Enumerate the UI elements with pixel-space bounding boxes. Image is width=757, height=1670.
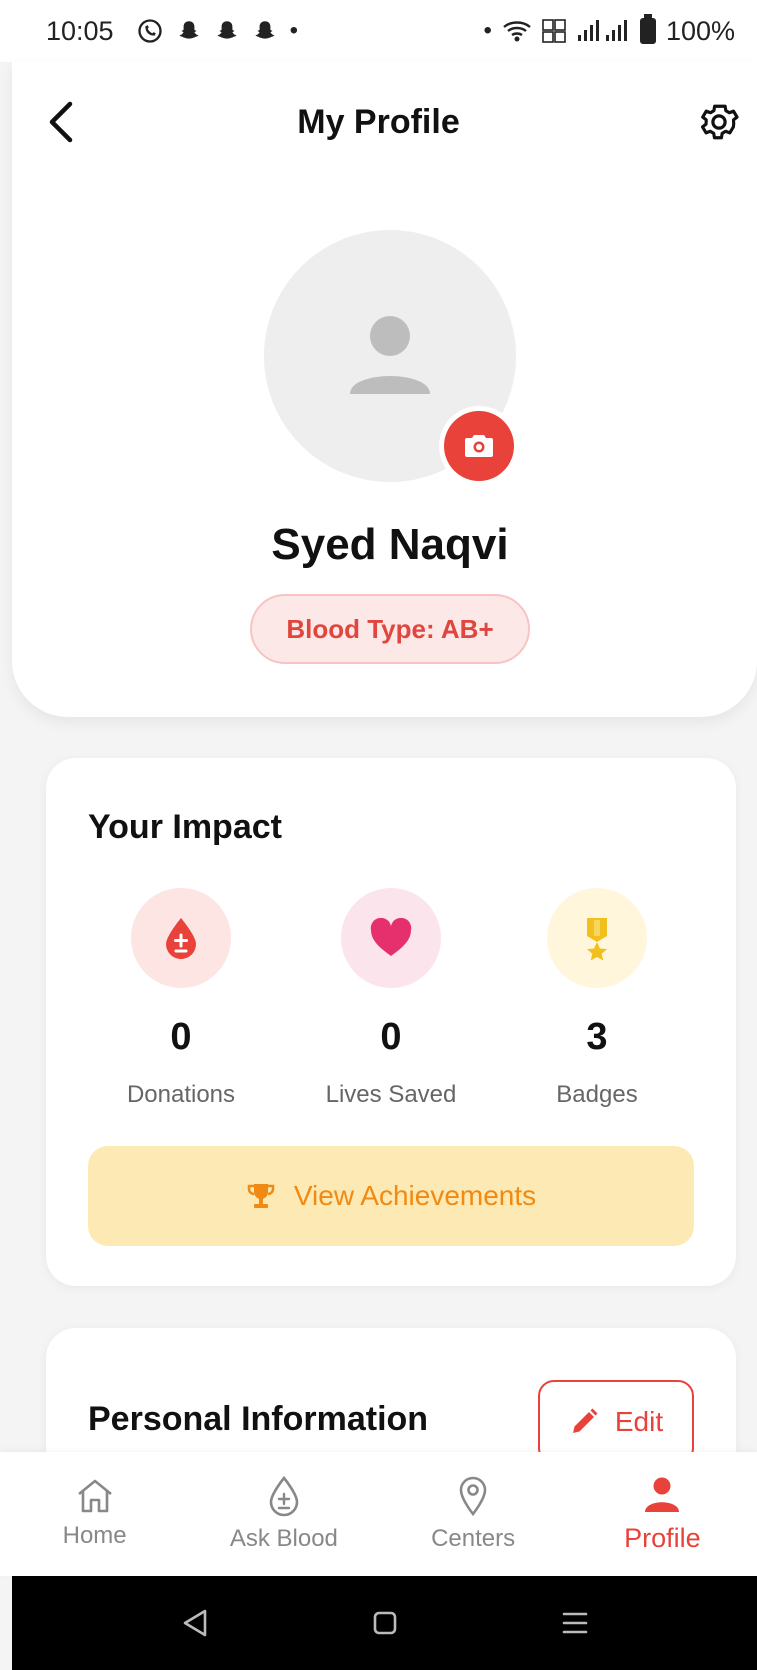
nav-item-profile[interactable]: Profile	[568, 1452, 757, 1576]
heart-icon	[370, 918, 412, 956]
notification-icons: •	[136, 17, 298, 45]
nav-item-home[interactable]: Home	[0, 1452, 189, 1576]
stat-badges: 3 Badges	[502, 888, 692, 1109]
change-photo-button[interactable]	[444, 411, 514, 481]
volte-icon	[542, 19, 566, 43]
page-title: My Profile	[297, 102, 460, 141]
view-achievements-button[interactable]: View Achievements	[88, 1146, 694, 1246]
edit-label: Edit	[614, 1406, 664, 1437]
stat-icon-circle	[547, 888, 647, 988]
whatsapp-icon	[137, 19, 162, 43]
stat-lives-saved: 0 Lives Saved	[296, 888, 486, 1109]
nav-item-centers[interactable]: Centers	[379, 1452, 568, 1576]
camera-icon	[465, 435, 493, 457]
app-bar: My Profile	[0, 62, 757, 182]
triangle-back-icon	[183, 1609, 206, 1637]
person-icon	[645, 1477, 680, 1512]
stat-icon-circle	[131, 888, 231, 988]
status-time: 10:05	[46, 15, 114, 46]
dot-icon: •	[483, 17, 492, 44]
personal-info-title: Personal Information	[88, 1400, 429, 1438]
blood-type-label: Blood Type: AB+	[286, 613, 494, 644]
person-placeholder-icon	[350, 316, 430, 394]
trophy-icon	[247, 1184, 275, 1208]
stat-label: Badges	[556, 1081, 638, 1108]
impact-card: Your Impact 0 Donations 0 Lives Saved 3 …	[46, 758, 736, 1286]
stat-value: 0	[380, 1016, 402, 1058]
status-bar: 10:05 • • 100%	[0, 0, 757, 62]
system-icons: • 100%	[483, 14, 735, 47]
nav-item-ask-blood[interactable]: Ask Blood	[189, 1452, 378, 1576]
gear-icon	[700, 104, 739, 140]
bottom-nav: Home Ask Blood Centers Profile	[0, 1452, 757, 1576]
wifi-icon	[503, 21, 531, 42]
nav-label: Ask Blood	[229, 1525, 338, 1552]
user-name: Syed Naqvi	[271, 520, 509, 569]
menu-lines-icon	[562, 1612, 587, 1634]
pencil-icon	[572, 1408, 598, 1433]
nav-label: Home	[62, 1522, 127, 1549]
stat-label: Lives Saved	[325, 1081, 457, 1108]
nav-label: Profile	[624, 1522, 701, 1553]
stat-label: Donations	[126, 1081, 236, 1108]
battery-percent: 100%	[665, 15, 735, 46]
back-button[interactable]	[40, 98, 80, 146]
battery-icon	[639, 14, 656, 44]
settings-button[interactable]	[695, 98, 743, 146]
blood-drop-icon	[269, 1475, 299, 1517]
snapchat-icon	[178, 21, 199, 39]
more-notifications-dot: •	[289, 17, 298, 44]
view-achievements-label: View Achievements	[293, 1180, 537, 1211]
back-arrow-icon	[49, 101, 73, 143]
system-recents-button[interactable]	[555, 1603, 595, 1643]
impact-title: Your Impact	[88, 808, 282, 846]
blood-type-badge: Blood Type: AB+	[250, 594, 530, 664]
signal-icon	[577, 20, 627, 41]
nav-label: Centers	[431, 1525, 516, 1552]
stat-donations: 0 Donations	[86, 888, 276, 1109]
stat-value: 3	[586, 1016, 608, 1058]
stat-icon-circle	[341, 888, 441, 988]
home-icon	[77, 1479, 112, 1513]
system-home-button[interactable]	[365, 1603, 405, 1643]
stat-value: 0	[170, 1016, 192, 1058]
snapchat-icon	[254, 21, 275, 39]
location-pin-icon	[459, 1476, 487, 1517]
blood-drop-icon	[166, 918, 196, 959]
snapchat-icon	[216, 21, 237, 39]
medal-icon	[587, 918, 607, 960]
system-nav-bar	[12, 1576, 757, 1670]
system-back-button[interactable]	[175, 1603, 215, 1643]
square-home-icon	[373, 1611, 396, 1635]
